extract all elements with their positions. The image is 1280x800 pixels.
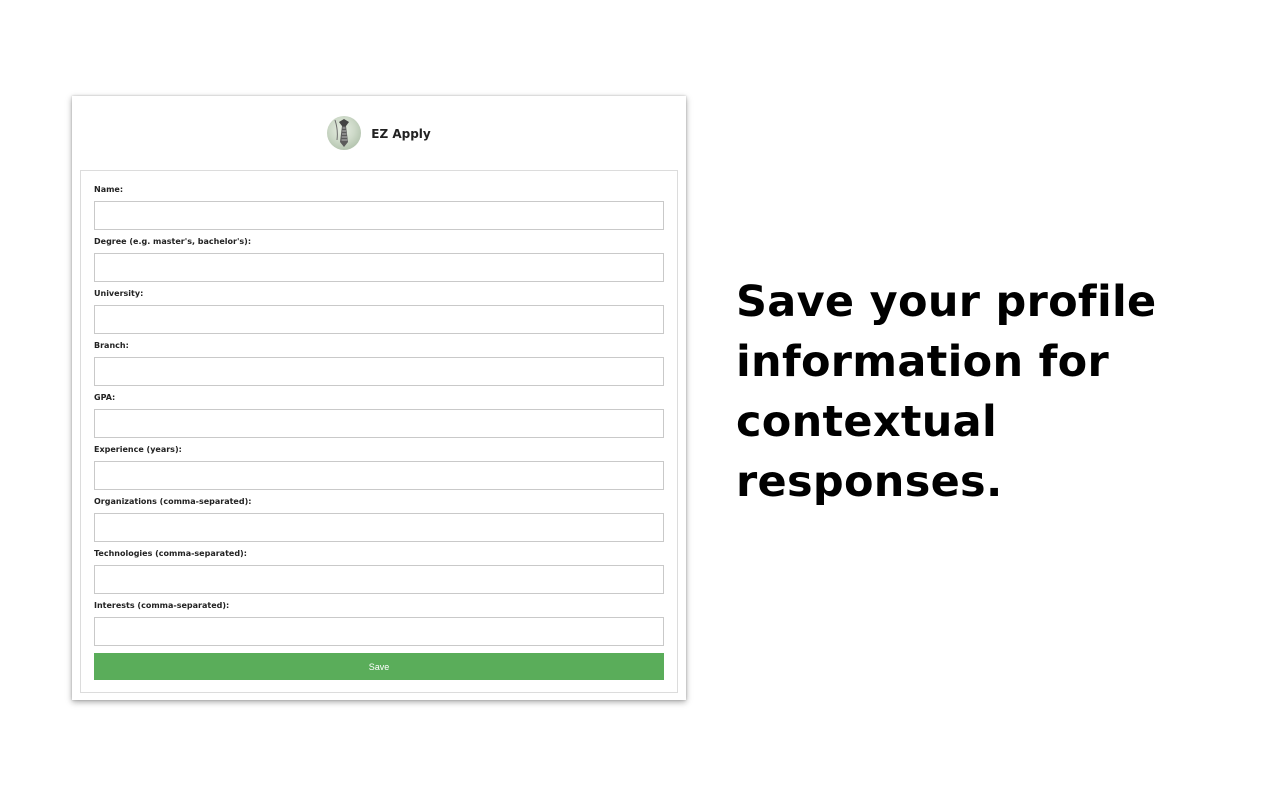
- name-label: Name:: [94, 185, 124, 194]
- technologies-input[interactable]: [94, 565, 664, 594]
- organizations-label: Organizations (comma-separated):: [94, 497, 252, 506]
- profile-form: Name: Degree (e.g. master's, bachelor's)…: [80, 170, 678, 693]
- experience-label: Experience (years):: [94, 445, 182, 454]
- experience-input[interactable]: [94, 461, 664, 490]
- branch-label: Branch:: [94, 341, 129, 350]
- branch-input[interactable]: [94, 357, 664, 386]
- name-input[interactable]: [94, 201, 664, 230]
- popup-header: EZ Apply: [72, 96, 686, 170]
- degree-label: Degree (e.g. master's, bachelor's):: [94, 237, 252, 246]
- screenshot-stage: EZ Apply Name: Degree (e.g. master's, ba…: [0, 0, 1280, 800]
- interests-label: Interests (comma-separated):: [94, 601, 230, 610]
- degree-input[interactable]: [94, 253, 664, 282]
- promo-tagline: Save your profile information for contex…: [736, 277, 1157, 507]
- interests-input[interactable]: [94, 617, 664, 646]
- university-input[interactable]: [94, 305, 664, 334]
- gpa-label: GPA:: [94, 393, 116, 402]
- app-title: EZ Apply: [371, 127, 431, 141]
- gpa-input[interactable]: [94, 409, 664, 438]
- extension-popup: EZ Apply Name: Degree (e.g. master's, ba…: [72, 96, 686, 700]
- university-label: University:: [94, 289, 144, 298]
- organizations-input[interactable]: [94, 513, 664, 542]
- technologies-label: Technologies (comma-separated):: [94, 549, 247, 558]
- save-button[interactable]: Save: [94, 653, 664, 680]
- tie-logo-icon: [327, 116, 362, 150]
